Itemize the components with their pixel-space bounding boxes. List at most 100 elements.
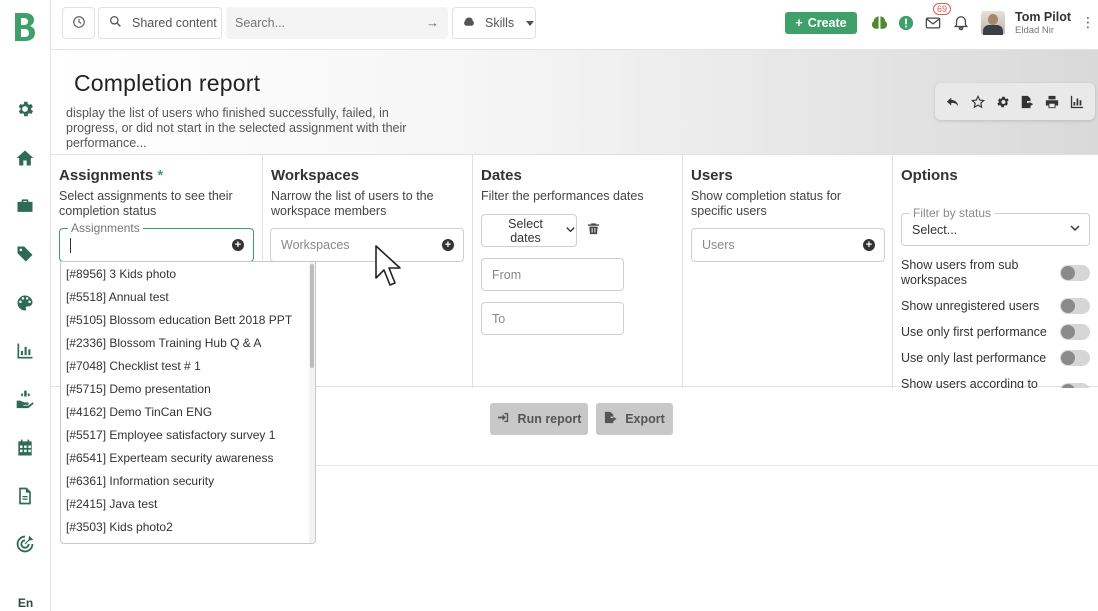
workspaces-title: Workspaces — [271, 167, 360, 184]
list-item[interactable]: [#3503] Kids photo2 — [66, 520, 173, 534]
palette-icon[interactable] — [14, 292, 36, 314]
search-icon — [109, 15, 122, 31]
mail-icon[interactable] — [924, 14, 942, 32]
sidebar: En — [0, 0, 51, 611]
notification-badge: 69 — [933, 3, 952, 15]
settings-icon[interactable] — [14, 98, 36, 120]
users-subtitle: Show completion status for specific user… — [691, 189, 842, 218]
home-icon[interactable] — [14, 147, 36, 169]
add-icon[interactable]: + — [232, 239, 244, 251]
divider — [315, 465, 1098, 466]
skills-dropdown[interactable]: Skills — [452, 7, 536, 39]
export-button[interactable]: Export — [596, 403, 673, 435]
users-column: Users Show completion status for specifi… — [683, 155, 893, 388]
list-item[interactable]: [#5715] Demo presentation — [66, 382, 211, 396]
export-icon — [604, 411, 617, 427]
assignments-field-label: Assignments — [68, 221, 143, 235]
toggle-last-performance[interactable] — [1060, 350, 1090, 366]
alert-icon[interactable] — [897, 14, 915, 32]
top-bar: Shared content → Skills + Create 69 Tom … — [51, 0, 1098, 50]
user-subtitle: Eldad Nir — [1015, 25, 1055, 36]
page-description: display the list of users who finished s… — [66, 106, 407, 150]
scrollbar-thumb[interactable] — [310, 264, 314, 368]
toggle-according-to[interactable] — [1060, 383, 1090, 388]
shared-content-label: Shared content — [132, 16, 217, 30]
shared-content-button[interactable]: Shared content — [98, 7, 222, 39]
create-label: Create — [807, 16, 847, 30]
star-icon[interactable] — [969, 93, 987, 111]
target-icon[interactable] — [14, 533, 36, 555]
list-item[interactable]: [#8956] 3 Kids photo — [66, 267, 176, 281]
date-from-placeholder: From — [492, 268, 522, 282]
tags-icon[interactable] — [14, 243, 36, 265]
avatar[interactable] — [981, 11, 1005, 35]
briefcase-icon[interactable] — [14, 195, 36, 217]
chevron-down-icon — [1069, 222, 1081, 237]
toggle-unregistered[interactable] — [1060, 298, 1090, 314]
required-mark: * — [157, 167, 164, 184]
run-icon — [497, 411, 510, 427]
clock-icon — [72, 15, 86, 32]
bell-icon[interactable] — [952, 14, 970, 32]
status-filter-select[interactable]: Filter by status Select... — [901, 206, 1090, 246]
list-item[interactable]: [#7048] Checklist test # 1 — [66, 359, 201, 373]
users-input[interactable]: Users + — [691, 228, 885, 262]
page-title: Completion report — [74, 70, 261, 96]
mouse-pointer-icon — [374, 244, 402, 288]
workspaces-placeholder: Workspaces — [281, 238, 350, 252]
options-title: Options — [901, 167, 958, 184]
chevron-down-icon — [565, 224, 576, 238]
dropdown-scrollbar[interactable] — [309, 262, 315, 543]
plus-icon: + — [795, 16, 803, 30]
date-from-input[interactable]: From — [481, 258, 624, 291]
assignments-dropdown: [#8956] 3 Kids photo [#5518] Annual test… — [60, 261, 316, 544]
add-icon[interactable]: + — [863, 239, 875, 251]
language-selector[interactable]: En — [0, 596, 51, 610]
list-item[interactable]: [#5517] Employee satisfactory survey 1 — [66, 428, 275, 442]
add-icon[interactable]: + — [442, 239, 454, 251]
history-button[interactable] — [62, 7, 95, 39]
option-sub-workspaces-label: Show users from sub workspaces — [901, 258, 1019, 287]
document-icon[interactable] — [14, 485, 36, 507]
export-file-icon[interactable] — [1018, 93, 1036, 111]
date-to-input[interactable]: To — [481, 302, 624, 335]
dates-title: Dates — [481, 167, 522, 184]
print-icon[interactable] — [1043, 93, 1061, 111]
undo-icon[interactable] — [944, 93, 962, 111]
toggle-first-performance[interactable] — [1060, 324, 1090, 340]
caret-down-icon — [526, 20, 535, 26]
arrow-right-icon[interactable]: → — [426, 15, 439, 30]
trash-icon[interactable] — [587, 222, 600, 238]
brain-icon — [463, 16, 475, 31]
toggle-sub-workspaces[interactable] — [1060, 265, 1090, 281]
list-item[interactable]: [#6541] Experteam security awareness — [66, 451, 273, 465]
gear-icon[interactable] — [994, 93, 1012, 111]
reports-icon[interactable] — [14, 340, 36, 362]
search-input[interactable] — [235, 16, 415, 30]
dates-column: Dates Filter the performances dates Sele… — [473, 155, 683, 388]
app-logo[interactable] — [13, 12, 37, 42]
user-name[interactable]: Tom Pilot — [1015, 10, 1071, 24]
list-item[interactable]: [#5105] Blossom education Bett 2018 PPT — [66, 313, 292, 327]
select-dates-button[interactable]: Select dates — [481, 214, 577, 247]
hand-icon[interactable] — [14, 388, 36, 410]
brain-skills-icon[interactable] — [870, 14, 888, 32]
assignments-input[interactable]: Assignments + — [59, 221, 254, 262]
list-item[interactable]: [#2415] Java test — [66, 497, 157, 511]
assignments-subtitle: Select assignments to see their completi… — [59, 189, 233, 218]
users-title: Users — [691, 167, 733, 184]
skills-label: Skills — [485, 16, 515, 30]
chart-icon[interactable] — [1068, 93, 1086, 111]
assignments-title: Assignments * — [59, 167, 164, 184]
list-item[interactable]: [#2336] Blossom Training Hub Q & A — [66, 336, 261, 350]
more-options-icon[interactable]: ⋮ — [1081, 15, 1095, 29]
text-cursor — [70, 238, 71, 253]
run-report-button[interactable]: Run report — [490, 403, 588, 435]
create-button[interactable]: + Create — [785, 12, 857, 34]
list-item[interactable]: [#5518] Annual test — [66, 290, 169, 304]
workspaces-input[interactable]: Workspaces + — [270, 228, 464, 262]
list-item[interactable]: [#6361] Information security — [66, 474, 214, 488]
list-item[interactable]: [#4162] Demo TinCan ENG — [66, 405, 212, 419]
report-header: Completion report display the list of us… — [51, 50, 1098, 154]
calendar-icon[interactable] — [14, 437, 36, 459]
